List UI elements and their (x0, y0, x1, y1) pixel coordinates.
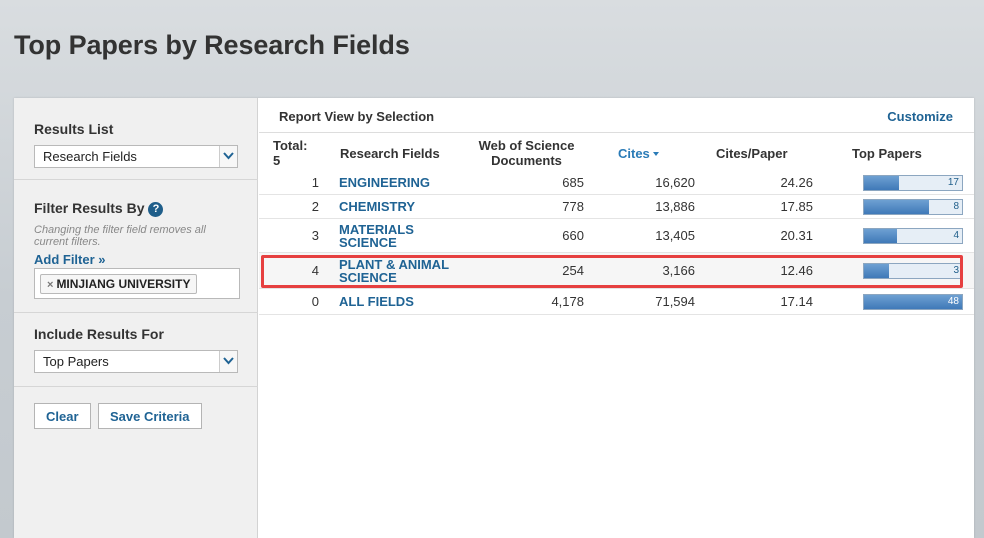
save-criteria-button[interactable]: Save Criteria (98, 403, 202, 429)
filter-hint: Changing the filter field removes all cu… (34, 224, 206, 248)
filter-box[interactable]: × MINJIANG UNIVERSITY (34, 268, 240, 299)
top-papers-bar-fill (864, 200, 929, 214)
documents-cell: 685 (562, 175, 584, 190)
research-field-link[interactable]: ENGINEERING (339, 176, 464, 189)
top-papers-count: 17 (947, 177, 959, 188)
sort-desc-icon (652, 152, 659, 156)
cites-per-paper-cell: 17.85 (780, 199, 813, 214)
include-value: Top Papers (43, 354, 109, 369)
include-section: Include Results For Top Papers (14, 313, 258, 387)
top-papers-header[interactable]: Top Papers (852, 146, 922, 161)
cites-per-paper-cell: 24.26 (780, 175, 813, 190)
top-papers-bar[interactable]: 48 (863, 294, 963, 310)
sidebar: Results List Research Fields Filter Resu… (14, 98, 258, 538)
chevron-down-icon[interactable] (219, 351, 237, 372)
top-papers-bar[interactable]: 8 (863, 199, 963, 215)
top-papers-bar-fill (864, 229, 897, 243)
research-field-link[interactable]: MATERIALS SCIENCE (339, 223, 464, 249)
wos-documents-line2: Documents (491, 153, 562, 168)
results-list-section: Results List Research Fields (14, 98, 258, 180)
include-label: Include Results For (34, 326, 164, 342)
clear-button[interactable]: Clear (34, 403, 91, 429)
top-papers-count: 48 (947, 296, 959, 307)
help-icon[interactable]: ? (148, 202, 164, 217)
research-field-link[interactable]: ALL FIELDS (339, 295, 464, 308)
total-label: Total: (273, 138, 308, 153)
cites-header[interactable]: Cites (618, 146, 659, 161)
include-select[interactable]: Top Papers (34, 350, 238, 373)
top-papers-bar[interactable]: 17 (863, 175, 963, 191)
rank-cell: 0 (311, 294, 319, 309)
row-highlight-box (261, 255, 963, 288)
results-list-label: Results List (34, 121, 114, 137)
cites-per-paper-cell: 20.31 (780, 228, 813, 243)
report-panel: Results List Research Fields Filter Resu… (14, 98, 974, 538)
cites-cell: 71,594 (655, 294, 695, 309)
rank-cell: 1 (311, 175, 319, 190)
table-row: 3 MATERIALS SCIENCE 660 13,405 20.31 4 (259, 219, 974, 253)
divider (259, 132, 974, 133)
cites-cell: 16,620 (655, 175, 695, 190)
filter-chip-label: MINJIANG UNIVERSITY (56, 277, 191, 291)
close-icon[interactable]: × (47, 279, 53, 291)
results-list-value: Research Fields (43, 149, 137, 164)
top-papers-count: 4 (953, 230, 959, 241)
documents-cell: 660 (562, 228, 584, 243)
cites-cell: 13,405 (655, 228, 695, 243)
results-list-select[interactable]: Research Fields (34, 145, 238, 168)
page-title: Top Papers by Research Fields (14, 30, 410, 60)
add-filter-link[interactable]: Add Filter » (34, 252, 106, 267)
customize-link[interactable]: Customize (887, 109, 953, 124)
report-title: Report View by Selection (279, 109, 435, 124)
filter-section: Filter Results By? Changing the filter f… (14, 180, 258, 313)
filter-label-text: Filter Results By (34, 200, 145, 216)
research-field-link[interactable]: CHEMISTRY (339, 200, 464, 213)
actions-section: Clear Save Criteria (14, 387, 258, 447)
wos-documents-line1: Web of Science (478, 138, 575, 153)
cites-cell: 13,886 (655, 199, 695, 214)
top-papers-bar[interactable]: 4 (863, 228, 963, 244)
rank-cell: 3 (311, 228, 319, 243)
cites-per-paper-cell: 17.14 (780, 294, 813, 309)
wos-documents-header[interactable]: Web of Science Documents (474, 138, 579, 168)
chevron-down-icon[interactable] (219, 146, 237, 167)
table-row: 2 CHEMISTRY 778 13,886 17.85 8 (259, 195, 974, 219)
total-value: 5 (273, 153, 281, 168)
rank-cell: 2 (311, 199, 319, 214)
filter-chip: × MINJIANG UNIVERSITY (40, 274, 198, 294)
total-header: Total: 5 (273, 138, 307, 168)
report-main: Report View by Selection Customize Total… (259, 98, 974, 538)
cites-header-label: Cites (618, 146, 650, 161)
research-fields-header[interactable]: Research Fields (340, 146, 440, 161)
documents-cell: 778 (562, 199, 584, 214)
table-row: 1 ENGINEERING 685 16,620 24.26 17 (259, 171, 974, 195)
documents-cell: 4,178 (551, 294, 584, 309)
filter-label: Filter Results By? (34, 200, 164, 217)
top-papers-bar-fill (864, 176, 899, 190)
cites-per-paper-header[interactable]: Cites/Paper (716, 146, 788, 161)
top-papers-count: 8 (953, 201, 959, 212)
table-row: 0 ALL FIELDS 4,178 71,594 17.14 48 (259, 289, 974, 315)
